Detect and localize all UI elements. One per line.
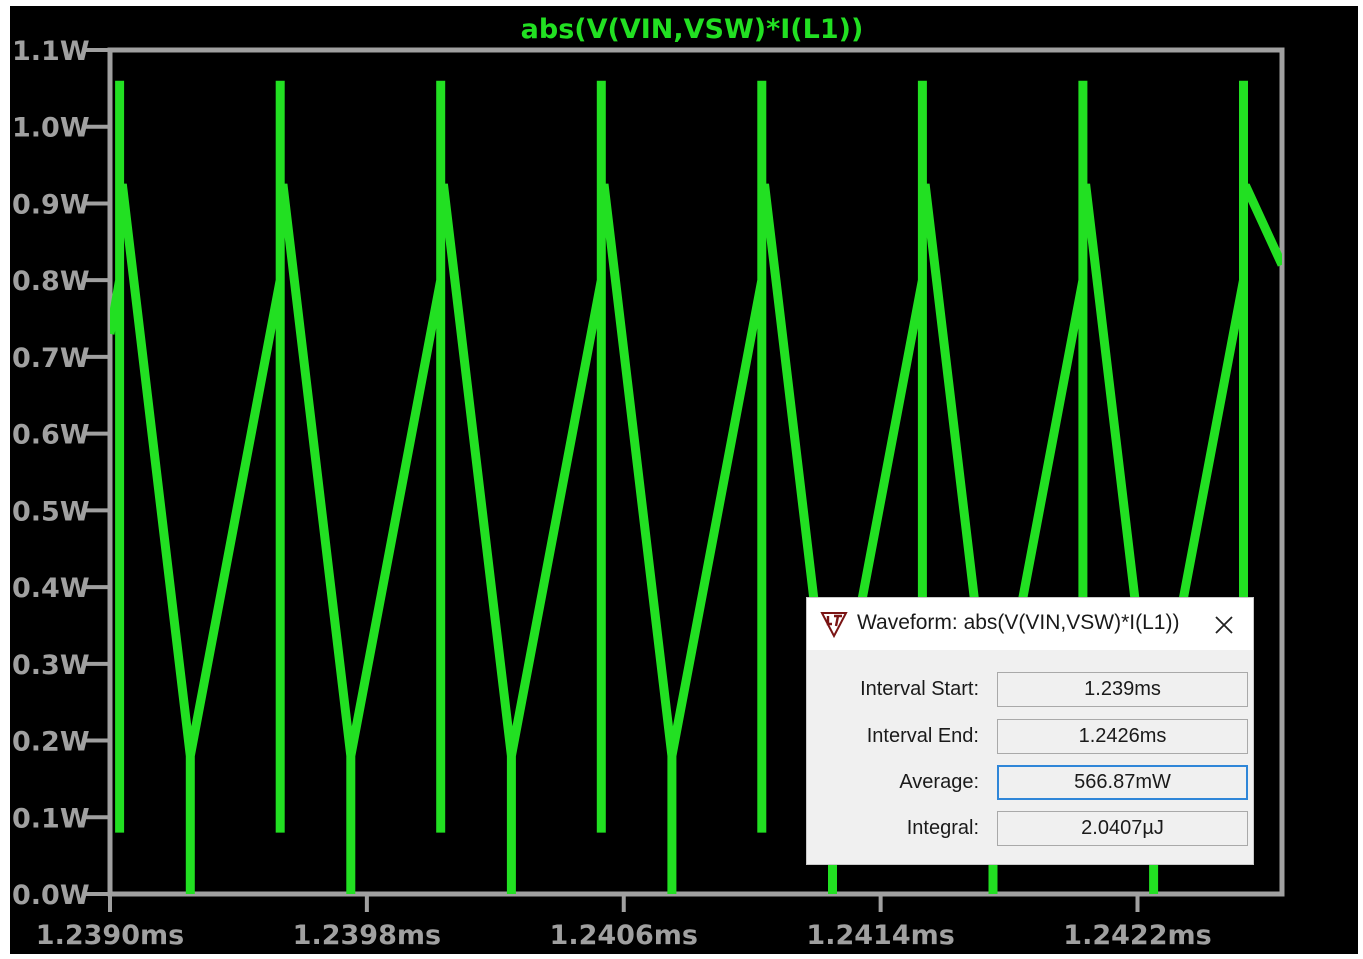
waveform-dialog[interactable]: Waveform: abs(V(VIN,VSW)*I(L1)) Interval… [806,597,1254,865]
y-tick-label: 0.1W [12,803,90,834]
integral-label: Integral: [906,817,979,839]
y-tick-label: 0.3W [12,650,90,681]
interval-start-field[interactable]: 1.239ms [997,672,1248,707]
x-tick-label: 1.2414ms [806,920,954,951]
y-tick-label: 0.6W [12,420,90,451]
average-label: Average: [899,771,979,793]
interval-start-label: Interval Start: [860,678,979,700]
interval-end-label: Interval End: [866,725,979,747]
y-tick-label: 0.9W [12,189,90,220]
y-tick-label: 1.1W [12,36,90,67]
x-tick-label: 1.2398ms [293,920,441,951]
dialog-title: Waveform: abs(V(VIN,VSW)*I(L1)) [857,611,1180,634]
y-tick-label: 0.7W [12,343,90,374]
x-tick-label: 1.2390ms [36,920,184,951]
y-tick-label: 0.5W [12,496,90,527]
average-field[interactable]: 566.87mW [997,765,1248,800]
y-tick-label: 0.8W [12,266,90,297]
interval-start-row: Interval Start: 1.239ms [807,670,1253,708]
y-tick-label: 1.0W [12,113,90,144]
x-tick-label: 1.2422ms [1063,920,1211,951]
trace-title[interactable]: abs(V(VIN,VSW)*I(L1)) [521,14,864,45]
x-tick-label: 1.2406ms [550,920,698,951]
ltspice-logo-icon [820,612,848,639]
close-icon[interactable] [1209,610,1239,640]
y-tick-label: 0.2W [12,727,90,758]
interval-end-row: Interval End: 1.2426ms [807,717,1253,755]
interval-end-field[interactable]: 1.2426ms [997,719,1248,754]
integral-row: Integral: 2.0407µJ [807,809,1253,847]
y-tick-label: 0.4W [12,573,90,604]
integral-field[interactable]: 2.0407µJ [997,811,1248,846]
dialog-titlebar[interactable]: Waveform: abs(V(VIN,VSW)*I(L1)) [807,598,1253,650]
average-row: Average: 566.87mW [807,763,1253,801]
y-tick-label: 0.0W [12,880,90,911]
